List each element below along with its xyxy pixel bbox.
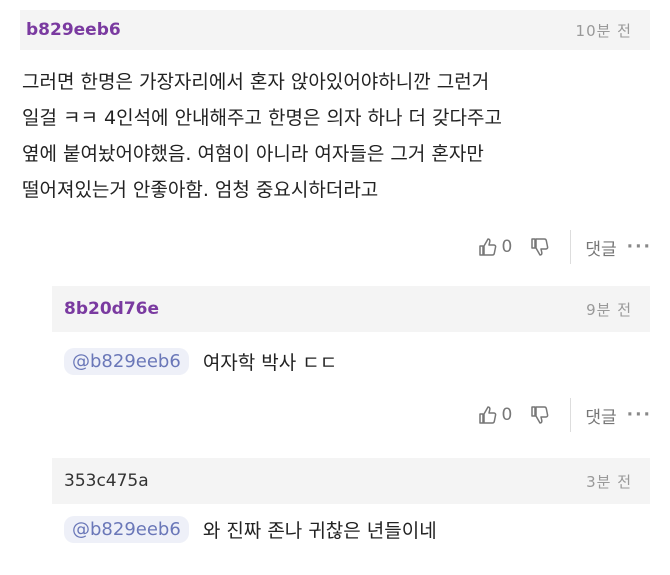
comment-author[interactable]: b829eeb6 xyxy=(26,20,121,40)
reply-actions: 0 댓글 ··· xyxy=(464,398,652,432)
reply-header: 353c475a 3분 전 xyxy=(52,458,650,504)
like-button[interactable]: 0 xyxy=(478,405,513,425)
like-count: 0 xyxy=(501,237,513,257)
thumbs-up-icon xyxy=(478,405,498,425)
mention-tag[interactable]: @b829eeb6 xyxy=(64,348,189,375)
like-count: 0 xyxy=(501,405,513,425)
reply-text: 와 진짜 존나 귀찮은 년들이네 xyxy=(202,520,437,542)
reply-time: 9분 전 xyxy=(586,300,632,319)
divider xyxy=(570,398,572,432)
reply-header: 8b20d76e 9분 전 xyxy=(52,286,650,332)
comment-actions: 0 댓글 ··· xyxy=(464,230,652,264)
more-icon[interactable]: ··· xyxy=(627,405,652,425)
reply-text: 여자학 박사 ㄷㄷ xyxy=(202,352,338,374)
comment-line: 그러면 한명은 가장자리에서 혼자 앉아있어야하니깐 그런거 xyxy=(22,71,490,93)
comment-line: 옆에 붙여놨어야했음. 여혐이 아니라 여자들은 그거 혼자만 xyxy=(22,143,484,165)
thumbs-down-icon xyxy=(530,405,550,425)
reply-author[interactable]: 353c475a xyxy=(64,471,149,491)
reply-body: @b829eeb6 여자학 박사 ㄷㄷ xyxy=(64,348,337,375)
divider xyxy=(570,230,572,264)
more-icon[interactable]: ··· xyxy=(627,237,652,257)
comment-header: b829eeb6 10분 전 xyxy=(20,10,650,50)
thumbs-up-icon xyxy=(478,237,498,257)
dislike-button[interactable] xyxy=(530,405,550,425)
mention-tag[interactable]: @b829eeb6 xyxy=(64,516,189,543)
reply-button[interactable]: 댓글 xyxy=(585,235,616,260)
thumbs-down-icon xyxy=(530,237,550,257)
comment-body: 그러면 한명은 가장자리에서 혼자 앉아있어야하니깐 그런거 일걸 ㅋㅋ 4인석… xyxy=(22,64,652,208)
reply-body: @b829eeb6 와 진짜 존나 귀찮은 년들이네 xyxy=(64,516,437,543)
comment-line: 일걸 ㅋㅋ 4인석에 안내해주고 한명은 의자 하나 더 갖다주고 xyxy=(22,107,502,129)
reply-button[interactable]: 댓글 xyxy=(585,403,616,428)
reply-time: 3분 전 xyxy=(586,472,632,491)
comment-line: 떨어져있는거 안좋아함. 엄청 중요시하더라고 xyxy=(22,179,379,201)
like-button[interactable]: 0 xyxy=(478,237,513,257)
reply-author[interactable]: 8b20d76e xyxy=(64,299,159,319)
comment-time: 10분 전 xyxy=(575,21,632,40)
dislike-button[interactable] xyxy=(530,237,550,257)
